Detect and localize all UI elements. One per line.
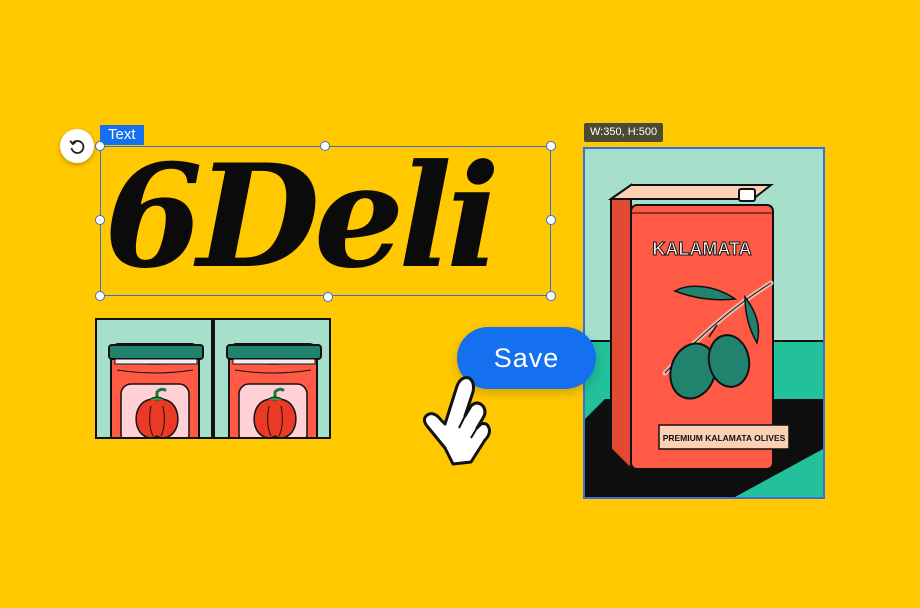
rotate-button[interactable] <box>60 129 94 163</box>
image-dimensions-tag: W:350, H:500 <box>584 123 664 142</box>
resize-handle-middle-left[interactable] <box>95 215 105 225</box>
olive-can-image[interactable]: KALAMATA PREMIUM KALAMATA OLIVES <box>583 147 825 499</box>
resize-handle-middle-right[interactable] <box>546 215 556 225</box>
resize-handle-bottom-left[interactable] <box>95 291 105 301</box>
resize-handle-top-left[interactable] <box>95 141 105 151</box>
can-brand-text: KALAMATA <box>652 239 751 259</box>
can-label-text: PREMIUM KALAMATA OLIVES <box>663 433 786 443</box>
rotate-icon <box>69 140 85 154</box>
jar-illustration <box>226 343 322 437</box>
jar-image-card[interactable] <box>95 318 213 439</box>
resize-handle-bottom-center[interactable] <box>323 292 333 302</box>
resize-handle-bottom-right[interactable] <box>546 291 556 301</box>
jar-image-card[interactable] <box>213 318 331 439</box>
text-selection-frame <box>100 146 551 296</box>
resize-handle-top-center[interactable] <box>320 141 330 151</box>
olive-can-illustration: KALAMATA PREMIUM KALAMATA OLIVES <box>585 149 823 497</box>
resize-handle-top-right[interactable] <box>546 141 556 151</box>
jar-illustration <box>108 343 204 437</box>
pointing-hand-cursor-icon <box>422 376 491 466</box>
